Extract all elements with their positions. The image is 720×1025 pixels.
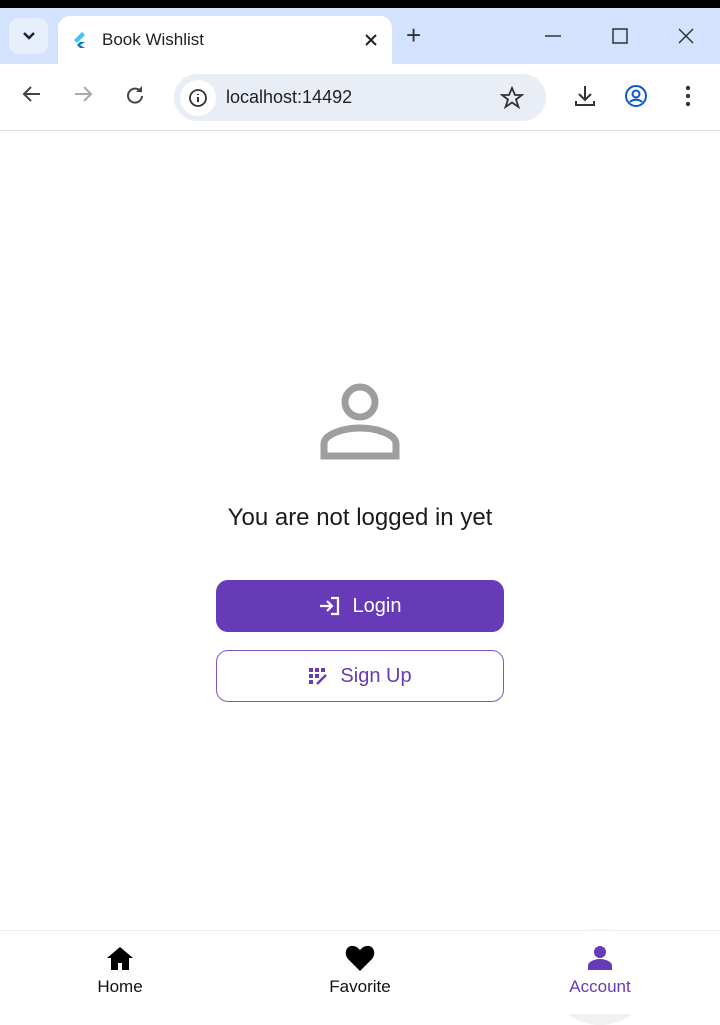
profile-icon[interactable] — [624, 84, 648, 108]
reload-icon[interactable] — [125, 84, 145, 104]
tab-strip: Book Wishlist + — [0, 8, 720, 64]
login-icon — [319, 596, 339, 616]
login-button[interactable]: Login — [216, 580, 504, 632]
account-page: You are not logged in yet Login Sign Up — [0, 132, 720, 930]
forward-icon[interactable] — [73, 84, 93, 104]
bookmark-star-icon[interactable] — [500, 85, 524, 110]
tab-title: Book Wishlist — [102, 30, 205, 49]
person-icon — [588, 946, 612, 970]
nav-home[interactable]: Home — [60, 931, 180, 1015]
app-registration-icon — [309, 668, 328, 685]
flutter-icon — [74, 32, 85, 48]
download-icon[interactable] — [573, 84, 597, 108]
signup-button[interactable]: Sign Up — [216, 650, 504, 702]
site-info-icon[interactable] — [180, 79, 216, 116]
nav-favorite[interactable]: Favorite — [300, 931, 420, 1015]
signup-label: Sign Up — [340, 664, 412, 687]
nav-home-label: Home — [97, 977, 143, 996]
address-bar[interactable]: localhost:14492 — [174, 74, 546, 121]
tab-search-button[interactable] — [9, 18, 48, 54]
chevron-down-icon — [22, 32, 35, 40]
person-outline-icon — [320, 383, 400, 460]
maximize-icon[interactable] — [612, 28, 628, 44]
minimize-icon[interactable] — [545, 34, 561, 38]
browser-toolbar: localhost:14492 — [0, 64, 720, 131]
screen-top-border — [0, 0, 720, 8]
new-tab-icon[interactable]: + — [406, 20, 421, 51]
nav-account-label: Account — [569, 977, 631, 996]
login-label: Login — [352, 594, 402, 617]
browser-tab[interactable]: Book Wishlist — [58, 16, 392, 64]
url-text[interactable]: localhost:14492 — [226, 87, 500, 108]
nav-favorite-label: Favorite — [329, 977, 391, 996]
window-close-icon[interactable] — [678, 28, 694, 44]
not-logged-in-message: You are not logged in yet — [227, 504, 493, 531]
back-icon[interactable] — [22, 84, 42, 104]
heart-icon — [345, 945, 375, 971]
menu-dots-icon[interactable] — [684, 84, 692, 108]
nav-account[interactable]: Account — [540, 929, 660, 1025]
bottom-navigation: Home Favorite Account — [0, 929, 720, 1025]
close-tab-icon[interactable] — [364, 33, 378, 47]
home-icon — [107, 947, 133, 970]
